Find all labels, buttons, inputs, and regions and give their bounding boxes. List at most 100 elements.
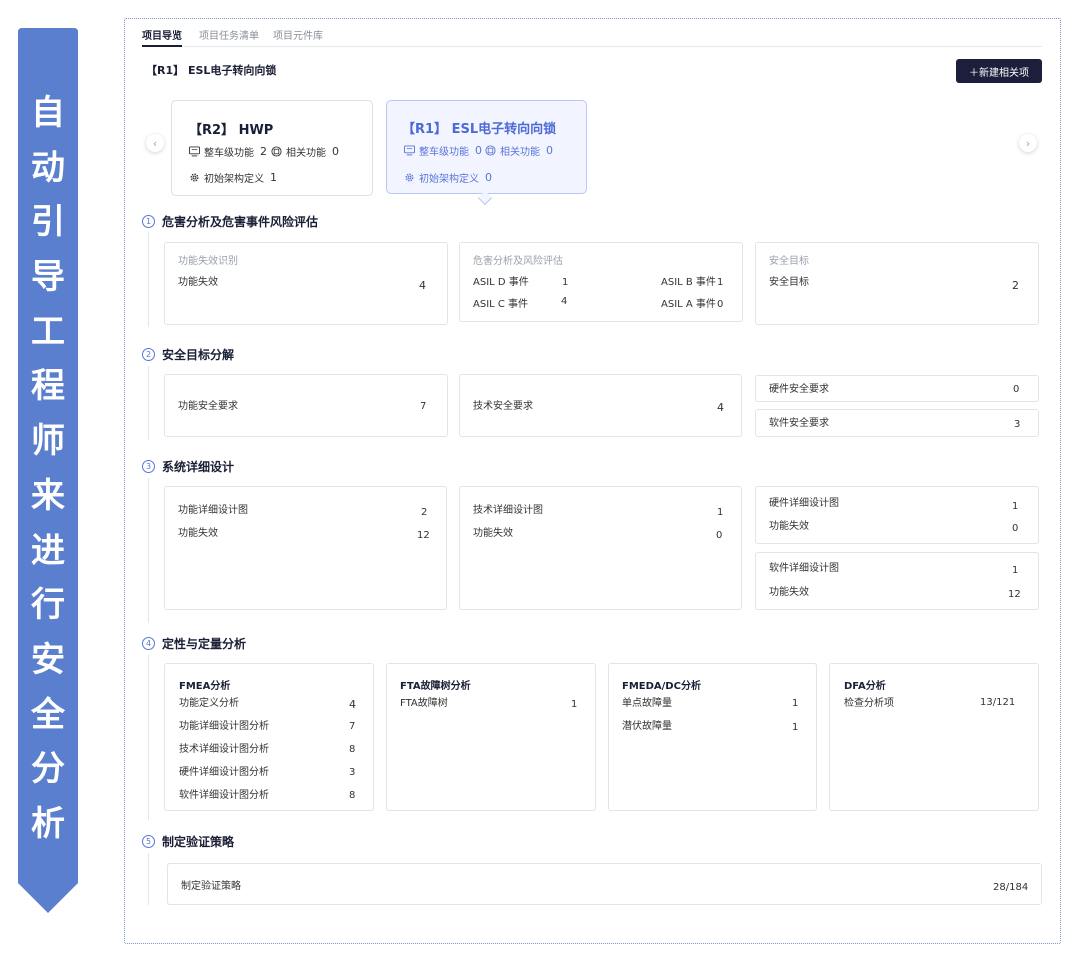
card-verification-strategy[interactable]: 制定验证策略 28/184 (167, 863, 1042, 905)
card-value: 4 (419, 279, 426, 292)
card-fmeda-dc-analysis[interactable]: FMEDA/DC分析 单点故障量 1 潜伏故障量 1 (608, 663, 817, 811)
initial-architecture-label: 初始架构定义 (204, 174, 264, 185)
card-label: 硬件详细设计图 (769, 498, 839, 509)
card-hardware-detail-design[interactable]: 硬件详细设计图 1 功能失效 0 (755, 486, 1039, 544)
gear-icon (190, 173, 199, 182)
card-function-failure-identification[interactable]: 功能失效识别 功能失效 4 (164, 242, 448, 325)
section-number-badge: 4 (142, 637, 155, 650)
section-qualitative-quantitative-analysis-header: 4 定性与定量分析 (142, 635, 246, 652)
related-function-value: 0 (332, 145, 339, 158)
card-value: 28/184 (993, 882, 1029, 893)
card-fta-analysis[interactable]: FTA故障树分析 FTA故障树 1 (386, 663, 596, 811)
card-value: 2 (421, 507, 428, 518)
initial-architecture-count: 初始架构定义 1 (189, 170, 277, 185)
banner-char: 动 (31, 147, 65, 188)
section-number-badge: 2 (142, 348, 155, 361)
card-software-detail-design[interactable]: 软件详细设计图 1 功能失效 12 (755, 552, 1039, 610)
card-value: 7 (420, 401, 427, 412)
section-safety-goal-decomposition-header: 2 安全目标分解 (142, 346, 234, 363)
item-title: 【R1】 ESL电子转向向锁 (402, 122, 557, 137)
card-hazard-analysis-risk-assessment[interactable]: 危害分析及风险评估 ASIL D 事件 1 ASIL B 事件 1 ASIL C… (459, 242, 743, 322)
section-divider-line (148, 366, 149, 440)
monitor-icon (189, 146, 200, 157)
card-value: 0 (1012, 523, 1019, 534)
card-title: DFA分析 (844, 681, 886, 692)
related-function-count: 相关功能 0 (485, 143, 553, 158)
section-hara-header: 1 危害分析及危害事件风险评估 (142, 213, 318, 230)
section-divider-line (148, 232, 149, 327)
chevron-right-icon: › (1025, 136, 1031, 150)
vehicle-function-count: 整车级功能 2 (189, 144, 267, 159)
asil-c-label: ASIL C 事件 (473, 299, 529, 310)
chevron-left-icon: ‹ (152, 136, 158, 150)
carousel-prev-button[interactable]: ‹ (146, 134, 164, 152)
carousel-next-button[interactable]: › (1019, 134, 1037, 152)
card-label: 功能失效 (178, 277, 218, 288)
fmeda-row-label: 潜伏故障量 (622, 721, 672, 732)
card-technical-detail-design[interactable]: 技术详细设计图 1 功能失效 0 (459, 486, 742, 610)
card-subtitle: 功能失效识别 (178, 256, 238, 267)
card-title: FMEDA/DC分析 (622, 681, 701, 692)
banner-char: 自 (31, 93, 65, 133)
card-functional-detail-design[interactable]: 功能详细设计图 2 功能失效 12 (164, 486, 447, 610)
card-label: 功能失效 (769, 521, 809, 532)
asil-d-value: 1 (562, 277, 569, 288)
related-function-count: 相关功能 0 (271, 144, 339, 159)
banner-char: 来 (31, 475, 65, 516)
related-function-label: 相关功能 (500, 147, 540, 158)
card-technical-safety-requirements[interactable]: 技术安全要求 4 (459, 374, 742, 437)
fmea-row-label: 硬件详细设计图分析 (179, 767, 269, 778)
section-divider-line (148, 853, 149, 905)
vehicle-function-count: 整车级功能 0 (404, 143, 482, 158)
fmeda-row-value: 1 (792, 722, 799, 733)
tab-project-task-list[interactable]: 项目任务清单 (199, 30, 259, 44)
card-dfa-analysis[interactable]: DFA分析 检查分析项 13/121 (829, 663, 1039, 811)
card-title: FTA故障树分析 (400, 681, 471, 692)
vehicle-function-label: 整车级功能 (204, 148, 254, 159)
chip-icon (485, 145, 496, 156)
card-software-safety-requirements[interactable]: 软件安全要求 3 (755, 409, 1039, 437)
card-safety-goal[interactable]: 安全目标 安全目标 2 (755, 242, 1039, 325)
card-value: 3 (1014, 419, 1021, 430)
monitor-icon (404, 145, 415, 156)
item-card-r2[interactable]: 【R2】 HWP 整车级功能 2 相关功能 0 初始架构定义 1 (171, 100, 373, 196)
card-label: 软件安全要求 (769, 418, 829, 429)
section-title: 安全目标分解 (162, 348, 235, 362)
card-value: 4 (717, 401, 724, 414)
banner-char: 安 (31, 639, 65, 680)
banner-char: 导 (31, 257, 65, 298)
banner-char: 程 (31, 366, 65, 407)
card-fmea-analysis[interactable]: FMEA分析 功能定义分析 4 功能详细设计图分析 7 技术详细设计图分析 8 … (164, 663, 374, 811)
initial-architecture-label: 初始架构定义 (419, 174, 479, 185)
asil-b-label: ASIL B 事件 (661, 277, 716, 288)
item-card-r1[interactable]: 【R1】 ESL电子转向向锁 整车级功能 0 相关功能 0 初始架构定义 0 (386, 100, 587, 194)
section-system-detail-design-header: 3 系统详细设计 (142, 458, 234, 475)
gear-icon (405, 173, 414, 182)
tab-project-component-library[interactable]: 项目元件库 (273, 30, 323, 44)
banner-char: 分 (31, 749, 65, 790)
card-functional-safety-requirements[interactable]: 功能安全要求 7 (164, 374, 448, 437)
fmea-row-label: 功能定义分析 (179, 698, 239, 709)
card-label: 软件详细设计图 (769, 563, 839, 574)
tab-project-overview[interactable]: 项目导览 (142, 30, 182, 47)
section-verification-strategy-header: 5 制定验证策略 (142, 833, 234, 850)
section-number-badge: 3 (142, 460, 155, 473)
section-title: 危害分析及危害事件风险评估 (162, 215, 319, 229)
banner-char: 引 (31, 202, 65, 243)
title-banner: 自 动 引 导 工 程 师 来 进 行 安 全 分 析 (18, 28, 78, 913)
dfa-row-value: 13/121 (980, 697, 1016, 708)
asil-a-label: ASIL A 事件 (661, 299, 716, 310)
vehicle-function-value: 2 (260, 145, 267, 158)
banner-char: 行 (31, 585, 65, 626)
card-value: 1 (717, 507, 724, 518)
asil-a-value: 0 (717, 299, 724, 310)
card-hardware-safety-requirements[interactable]: 硬件安全要求 0 (755, 375, 1039, 402)
new-related-item-button[interactable]: ＋新建相关项 (956, 59, 1042, 83)
fmea-row-label: 功能详细设计图分析 (179, 721, 269, 732)
banner-title: 自 动 引 导 工 程 师 来 进 行 安 全 分 析 (18, 86, 78, 852)
asil-c-value: 4 (561, 296, 568, 307)
card-label: 制定验证策略 (181, 881, 241, 892)
asil-b-value: 1 (717, 277, 724, 288)
banner-char: 全 (31, 694, 65, 735)
banner-char: 师 (31, 421, 65, 462)
